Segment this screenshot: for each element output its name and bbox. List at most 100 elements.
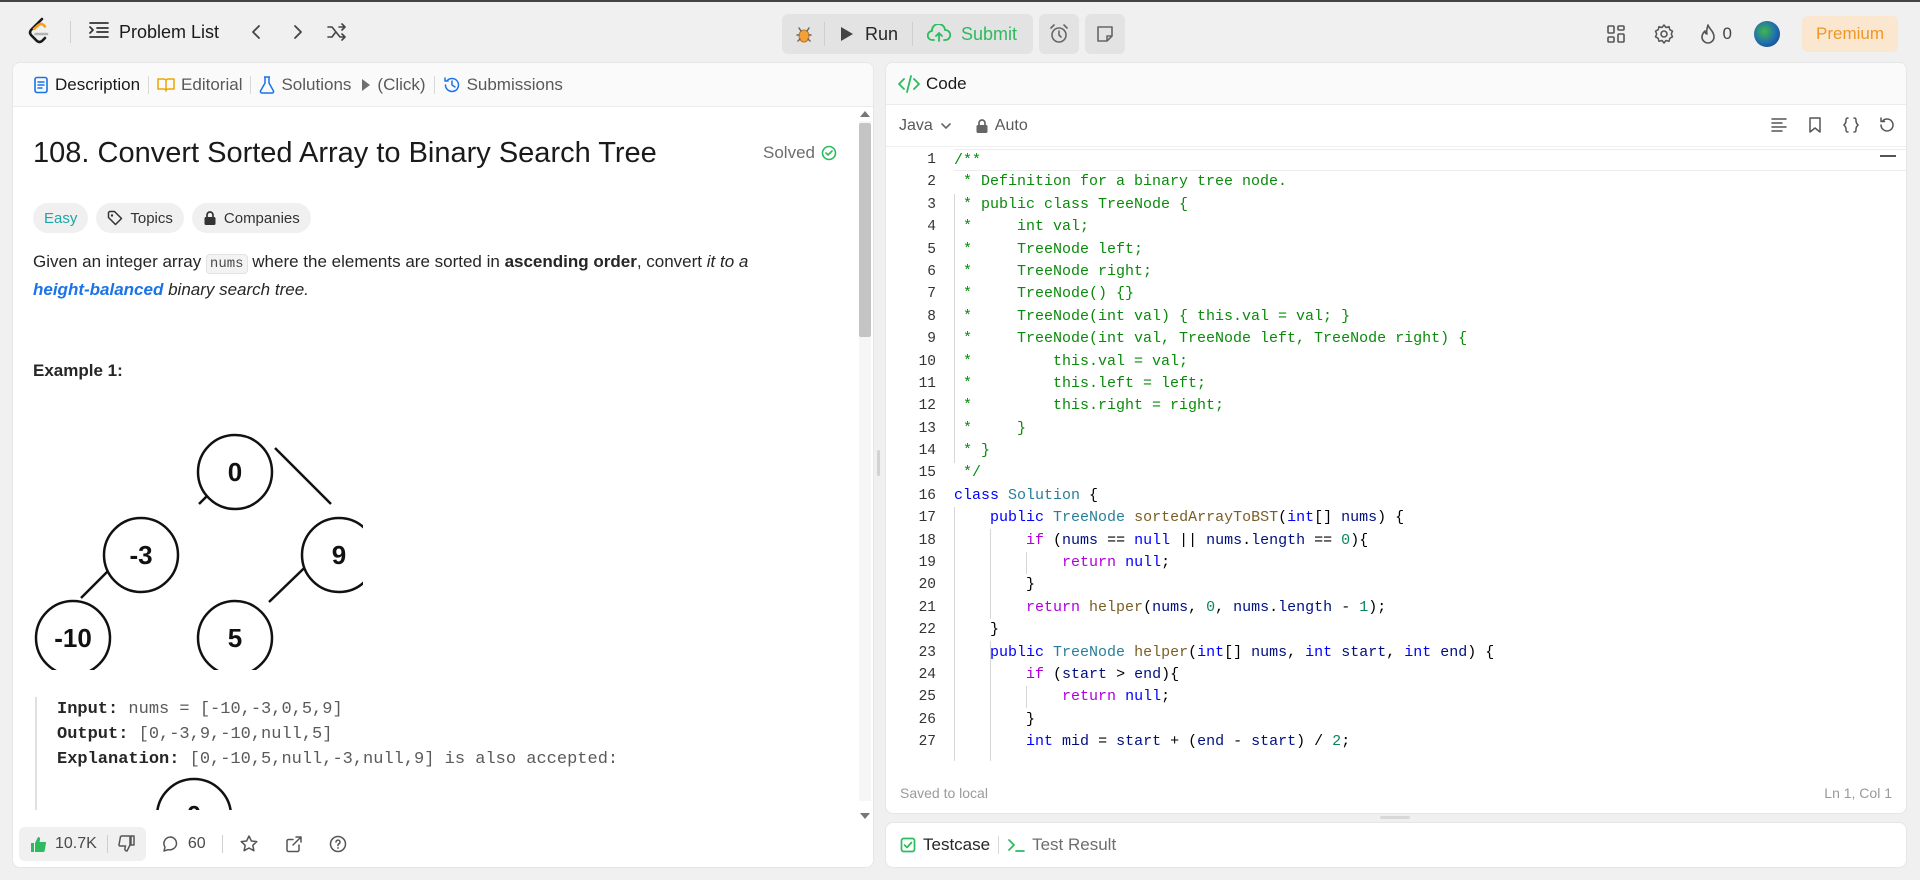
tab-click-label: (Click) xyxy=(377,74,426,94)
indent-guide xyxy=(1026,686,1027,708)
code-line: * TreeNode(int val) { this.val = val; } xyxy=(954,307,1351,325)
divider xyxy=(70,21,71,43)
scroll-down-icon[interactable] xyxy=(860,813,870,819)
star-icon xyxy=(240,835,258,852)
statement-italic: binary search tree. xyxy=(163,280,309,299)
run-button[interactable]: Run xyxy=(825,16,912,52)
code-lines[interactable]: /** * Definition for a binary tree node.… xyxy=(954,149,1906,754)
settings-button[interactable] xyxy=(1651,21,1677,47)
tab-submissions[interactable]: Submissions xyxy=(435,63,571,107)
chevron-left-icon xyxy=(252,25,260,39)
code-line: */ xyxy=(954,464,982,482)
code-panel-title: Code xyxy=(926,73,967,93)
next-problem-button[interactable] xyxy=(277,16,317,48)
code-line: * Definition for a binary tree node. xyxy=(954,173,1288,191)
cloud-upload-icon xyxy=(927,24,952,42)
tree-node-label: -3 xyxy=(129,540,152,570)
editor-tools xyxy=(1768,113,1898,137)
tab-testcase[interactable]: Testcase xyxy=(900,835,990,855)
code-line: * TreeNode right; xyxy=(954,262,1153,280)
code-editor[interactable]: 1 2 3 4 5 6 7 8 9 10 11 12 13 14 15 16 17 18 19 20 21 22 23 24 2… xyxy=(886,149,1906,761)
previous-problem-button[interactable] xyxy=(237,16,277,48)
tree-node-label: -10 xyxy=(54,623,92,653)
topics-button[interactable]: Topics xyxy=(96,203,184,233)
tab-solutions[interactable]: Solutions xyxy=(251,63,359,107)
tab-test-result[interactable]: Test Result xyxy=(1007,835,1116,855)
like-button[interactable]: 10.7K xyxy=(19,827,107,861)
indent-guide xyxy=(990,641,991,761)
top-bar: Problem List Run Submit 0 Premium xyxy=(0,0,1920,62)
comments-button[interactable]: 60 xyxy=(152,827,216,861)
solved-label: Solved xyxy=(763,143,815,162)
avatar[interactable] xyxy=(1753,21,1780,47)
tab-editorial[interactable]: Editorial xyxy=(149,63,250,107)
document-icon xyxy=(34,76,48,93)
code-line: public TreeNode sortedArrayToBST(int[] n… xyxy=(990,509,1405,527)
tab-click[interactable]: (Click) xyxy=(359,63,433,107)
layout-grid-icon xyxy=(1606,25,1625,43)
indent-guide xyxy=(954,193,955,463)
example-io: Input: nums = [-10,-3,0,5,9] Output: [0,… xyxy=(35,697,618,810)
submit-label: Submit xyxy=(961,23,1018,44)
check-circle-icon xyxy=(821,145,837,161)
auto-mode-toggle[interactable]: Auto xyxy=(975,117,1028,135)
leetcode-logo-icon[interactable] xyxy=(26,17,52,47)
help-button[interactable] xyxy=(319,827,357,861)
companies-button[interactable]: Companies xyxy=(191,203,311,233)
format-button[interactable] xyxy=(1768,113,1790,137)
bug-icon xyxy=(796,27,812,43)
input-label: Input: xyxy=(57,700,119,719)
code-toolbar: Java Auto xyxy=(886,105,1906,147)
random-problem-button[interactable] xyxy=(317,16,357,48)
alarm-clock-icon xyxy=(1050,24,1068,43)
problem-list-label: Problem List xyxy=(119,21,220,42)
top-bar-right: 0 Premium xyxy=(1603,15,1898,53)
submit-button[interactable]: Submit xyxy=(913,16,1031,52)
bookmark-button[interactable] xyxy=(1804,113,1826,137)
scroll-up-icon[interactable] xyxy=(860,111,870,117)
page-title[interactable]: 108. Convert Sorted Array to Binary Sear… xyxy=(33,137,657,170)
share-button[interactable] xyxy=(275,827,313,861)
statement-text: where the elements are sorted in xyxy=(247,252,505,271)
history-icon xyxy=(443,76,459,92)
braces-button[interactable] xyxy=(1840,113,1862,137)
input-line: Input: nums = [-10,-3,0,5,9] xyxy=(57,697,618,722)
divider xyxy=(221,835,223,853)
vote-group: 10.7K xyxy=(19,827,146,861)
timer-button[interactable] xyxy=(1039,14,1080,54)
debug-button[interactable] xyxy=(784,16,824,52)
code-line: * TreeNode(int val, TreeNode left, TreeN… xyxy=(954,330,1468,348)
statement-italic: it to a xyxy=(706,252,749,271)
testcase-tabs: Testcase Test Result xyxy=(886,823,1906,867)
lock-icon xyxy=(976,118,988,133)
align-left-icon xyxy=(1771,118,1787,132)
example-tree-diagram: 0 -3 9 -10 5 xyxy=(34,433,363,670)
dislike-button[interactable] xyxy=(108,827,146,861)
auto-mode-label: Auto xyxy=(994,116,1028,134)
language-select[interactable]: Java xyxy=(899,117,953,135)
terminal-icon xyxy=(1008,839,1025,852)
description-footer: 10.7K 60 xyxy=(13,821,873,867)
tree-node-label: 5 xyxy=(228,623,242,653)
code-line: * } xyxy=(954,442,991,460)
tab-submissions-label: Submissions xyxy=(466,74,563,94)
layout-button[interactable] xyxy=(1603,21,1629,47)
premium-button[interactable]: Premium xyxy=(1801,16,1898,52)
favorite-button[interactable] xyxy=(229,827,269,861)
checkbox-icon xyxy=(900,837,916,853)
panel-resize-handle[interactable] xyxy=(877,450,880,476)
height-balanced-link[interactable]: height-balanced xyxy=(33,280,163,299)
reset-code-button[interactable] xyxy=(1876,113,1898,137)
tree-node-label: 9 xyxy=(332,540,346,570)
vertical-resize-handle[interactable] xyxy=(1380,816,1410,819)
tab-description[interactable]: Description xyxy=(25,63,148,107)
description-scrollbar[interactable] xyxy=(857,107,871,823)
scrollbar-thumb[interactable] xyxy=(859,123,871,337)
problem-list-button[interactable]: Problem List xyxy=(89,21,219,44)
streak-counter[interactable]: 0 xyxy=(1699,23,1732,45)
run-label: Run xyxy=(865,23,899,44)
tab-testcase-label: Testcase xyxy=(923,835,991,854)
code-line: * TreeNode left; xyxy=(954,240,1144,258)
notes-button[interactable] xyxy=(1085,14,1126,54)
flask-icon xyxy=(260,75,275,94)
